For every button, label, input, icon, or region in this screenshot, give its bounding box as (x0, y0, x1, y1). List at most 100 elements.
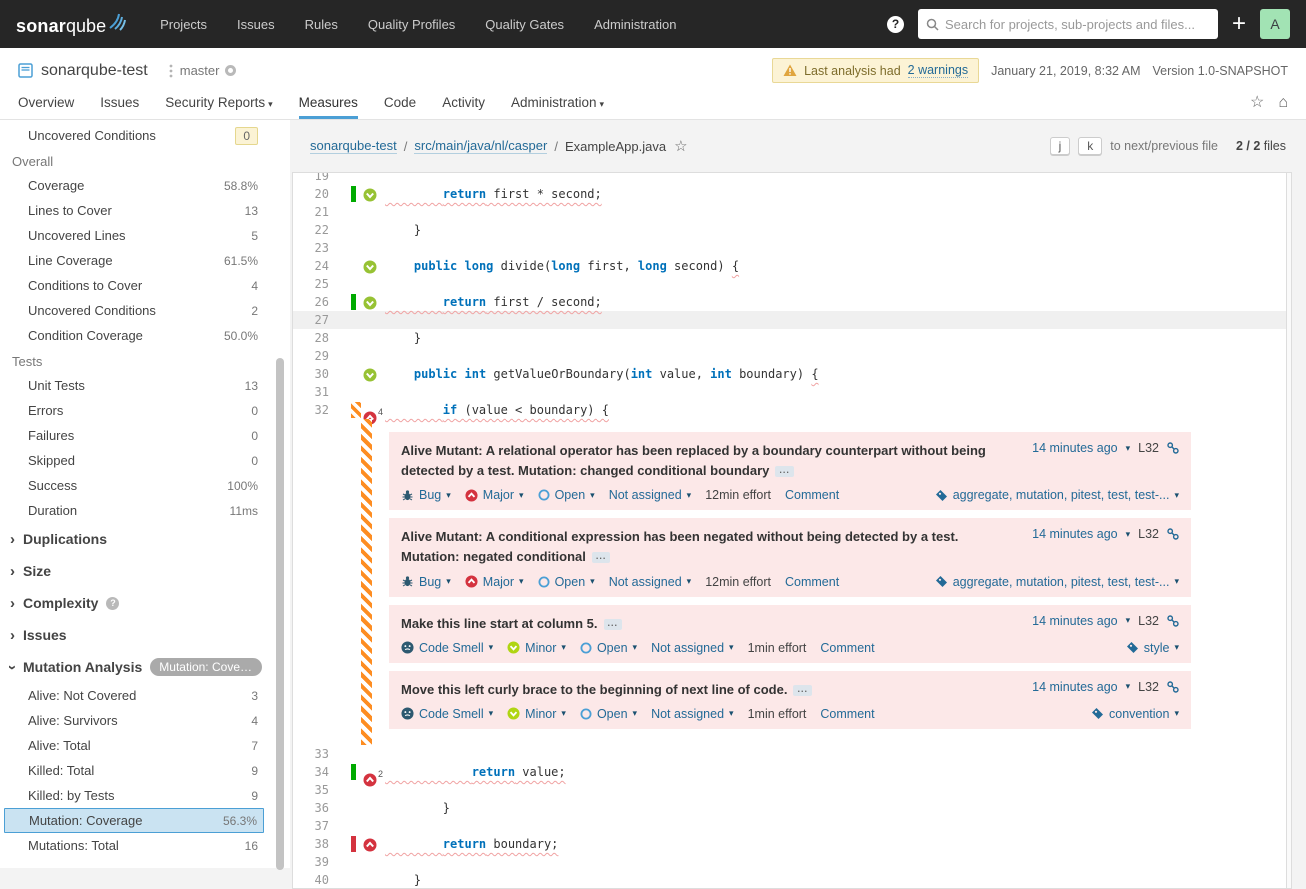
line-number[interactable]: 21 (293, 203, 339, 221)
line-number[interactable]: 32 (293, 401, 339, 419)
sonarqube-logo[interactable]: sonar qube (16, 12, 130, 37)
issue-assignee-dropdown[interactable]: Not assigned ▾ (651, 707, 734, 721)
line-number[interactable]: 30 (293, 365, 339, 383)
sidebar-item-errors[interactable]: Errors 0 (0, 398, 290, 423)
home-icon[interactable]: ⌂ (1278, 95, 1288, 111)
line-number[interactable]: 29 (293, 347, 339, 365)
avatar[interactable]: A (1260, 9, 1290, 39)
mutation-killed-icon[interactable] (363, 296, 377, 310)
issue-ellipsis-button[interactable]: ... (775, 466, 794, 478)
line-number[interactable]: 36 (293, 799, 339, 817)
line-number[interactable]: 26 (293, 293, 339, 311)
line-number[interactable]: 23 (293, 239, 339, 257)
mutation-killed-icon[interactable] (363, 188, 377, 202)
mutation-killed-icon[interactable] (363, 368, 377, 382)
line-number[interactable]: 27 (293, 311, 339, 329)
issue-severity-dropdown[interactable]: Minor ▾ (507, 707, 566, 721)
issue-assignee-dropdown[interactable]: Not assigned ▾ (609, 575, 692, 589)
sidebar-item-failures[interactable]: Failures 0 (0, 423, 290, 448)
issue-assignee-dropdown[interactable]: Not assigned ▾ (609, 488, 692, 502)
sidebar-item-skipped[interactable]: Skipped 0 (0, 448, 290, 473)
sidebar-item-mutations-total[interactable]: Mutations: Total 16 (0, 833, 290, 858)
line-number[interactable]: 20 (293, 185, 339, 203)
line-number[interactable]: 22 (293, 221, 339, 239)
issue-type-dropdown[interactable]: Bug ▾ (401, 575, 451, 589)
tab-security-reports[interactable]: Security Reports ▾ (165, 95, 272, 119)
sidebar-item-unit-tests[interactable]: Unit Tests 13 (0, 373, 290, 398)
line-number[interactable]: 39 (293, 853, 339, 871)
issue-comment-link[interactable]: Comment (785, 488, 839, 502)
sidebar-item-killed-by-tests[interactable]: Killed: by Tests 9 (0, 783, 290, 808)
navbar-item-projects[interactable]: Projects (160, 17, 207, 32)
issue-status-dropdown[interactable]: Open ▾ (580, 641, 637, 655)
permalink-icon[interactable] (1167, 528, 1179, 540)
issue-type-dropdown[interactable]: Code Smell ▾ (401, 641, 493, 655)
favorite-file-star-icon[interactable]: ☆ (674, 137, 687, 155)
breadcrumb-link[interactable]: sonarqube-test (310, 138, 397, 154)
sidebar-item-lines-to-cover[interactable]: Lines to Cover 13 (0, 198, 290, 223)
permalink-icon[interactable] (1167, 614, 1179, 627)
sidebar-category-mutation-analysis[interactable]: › Mutation Analysis Mutation: Cover... (0, 651, 290, 683)
tab-activity[interactable]: Activity (442, 95, 485, 119)
sidebar-category-duplications[interactable]: › Duplications (0, 523, 290, 555)
warnings-link[interactable]: 2 warnings (907, 63, 969, 78)
permalink-icon[interactable] (1167, 681, 1179, 693)
tab-overview[interactable]: Overview (18, 95, 74, 119)
issue-type-dropdown[interactable]: Bug ▾ (401, 488, 451, 502)
issue-comment-link[interactable]: Comment (820, 641, 874, 655)
sidebar-scrollbar[interactable] (276, 358, 284, 870)
tab-issues[interactable]: Issues (100, 95, 139, 119)
issue-comment-link[interactable]: Comment (820, 707, 874, 721)
sidebar-item-duration[interactable]: Duration 11ms (0, 498, 290, 523)
line-number[interactable]: 37 (293, 817, 339, 835)
sidebar-category-complexity[interactable]: › Complexity? (0, 587, 290, 619)
line-number[interactable]: 35 (293, 781, 339, 799)
line-number[interactable]: 33 (293, 745, 339, 763)
sidebar-item-uncovered-lines[interactable]: Uncovered Lines 5 (0, 223, 290, 248)
breadcrumb-link[interactable]: src/main/java/nl/casper (414, 138, 548, 154)
navbar-item-administration[interactable]: Administration (594, 17, 676, 32)
issue-age-dropdown[interactable]: 14 minutes ago (1032, 680, 1117, 694)
sidebar-item-uncovered-conditions[interactable]: Uncovered Conditions 2 (0, 298, 290, 323)
issue-severity-dropdown[interactable]: Minor ▾ (507, 641, 566, 655)
issue-age-dropdown[interactable]: 14 minutes ago (1032, 527, 1117, 541)
sidebar-item-alive-total[interactable]: Alive: Total 7 (0, 733, 290, 758)
favorite-star-icon[interactable]: ☆ (1250, 95, 1264, 111)
sidebar-item-condition-coverage[interactable]: Condition Coverage 50.0% (0, 323, 290, 348)
navbar-item-rules[interactable]: Rules (305, 17, 338, 32)
issue-comment-link[interactable]: Comment (785, 575, 839, 589)
plus-icon[interactable]: + (1232, 12, 1246, 36)
line-number[interactable]: 31 (293, 383, 339, 401)
issue-status-dropdown[interactable]: Open ▾ (538, 488, 595, 502)
issue-assignee-dropdown[interactable]: Not assigned ▾ (651, 641, 734, 655)
sidebar-item-mutation-coverage[interactable]: Mutation: Coverage 56.3% (4, 808, 264, 833)
issue-status-dropdown[interactable]: Open ▾ (580, 707, 637, 721)
issue-ellipsis-button[interactable]: ... (603, 618, 623, 630)
issue-tags-dropdown[interactable]: aggregate, mutation, pitest, test, test-… (935, 488, 1179, 502)
line-number[interactable]: 25 (293, 275, 339, 293)
issue-ellipsis-button[interactable]: ... (793, 684, 812, 696)
issue-status-dropdown[interactable]: Open ▾ (538, 575, 595, 589)
navbar-item-quality-profiles[interactable]: Quality Profiles (368, 17, 455, 32)
issue-severity-dropdown[interactable]: Major ▾ (465, 575, 524, 589)
search-input[interactable] (944, 16, 1210, 32)
tab-code[interactable]: Code (384, 95, 416, 119)
issue-age-dropdown[interactable]: 14 minutes ago (1032, 614, 1117, 628)
tab-measures[interactable]: Measures (298, 95, 358, 119)
line-number[interactable]: 24 (293, 257, 339, 275)
sidebar-item-conditions-to-cover[interactable]: Conditions to Cover 4 (0, 273, 290, 298)
issue-tags-dropdown[interactable]: aggregate, mutation, pitest, test, test-… (935, 575, 1179, 589)
line-number[interactable]: 34 (293, 763, 339, 781)
navbar-item-quality-gates[interactable]: Quality Gates (485, 17, 564, 32)
sidebar-item-coverage[interactable]: Coverage 58.8% (0, 173, 290, 198)
navbar-item-issues[interactable]: Issues (237, 17, 275, 32)
line-number[interactable]: 40 (293, 871, 339, 888)
issue-age-dropdown[interactable]: 14 minutes ago (1032, 441, 1117, 455)
sidebar-item-uncovered-conditions-top[interactable]: Uncovered Conditions 0 (0, 123, 290, 148)
issue-tags-dropdown[interactable]: style ▾ (1126, 641, 1179, 655)
sidebar-item-alive-survivors[interactable]: Alive: Survivors 4 (0, 708, 290, 733)
sidebar-item-line-coverage[interactable]: Line Coverage 61.5% (0, 248, 290, 273)
sidebar-item-success[interactable]: Success 100% (0, 473, 290, 498)
issue-ellipsis-button[interactable]: ... (591, 552, 611, 564)
line-number[interactable]: 28 (293, 329, 339, 347)
